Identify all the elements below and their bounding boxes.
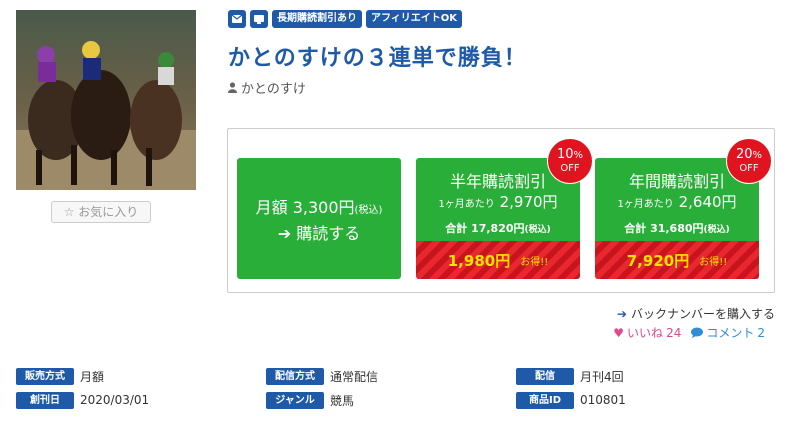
half-year-total: 合計 17,820円(税込) <box>445 222 551 235</box>
favorite-button[interactable]: ☆ お気に入り <box>51 201 151 223</box>
info-value-product-id: 010801 <box>580 393 626 407</box>
heart-icon: ♥ <box>613 325 625 340</box>
comment-icon <box>691 327 704 338</box>
annual-discount-badge: 20% OFF <box>727 139 771 183</box>
half-year-savings: 1,980円 お得!! <box>416 241 580 279</box>
tag-affiliate-ok: アフィリエイトOK <box>366 10 463 28</box>
half-year-discount-badge: 10% OFF <box>548 139 592 183</box>
like-button[interactable]: ♥ いいね 24 <box>613 324 681 341</box>
info-label-sales-method: 販売方式 <box>16 367 74 385</box>
info-value-genre: 競馬 <box>330 393 355 408</box>
social-actions: ♥ いいね 24 コメント 2 <box>613 324 765 341</box>
user-icon <box>228 82 237 93</box>
favorite-label: お気に入り <box>78 205 139 219</box>
comment-button[interactable]: コメント 2 <box>691 324 765 341</box>
magazine-title: かとのすけの３連単で勝負！ <box>228 46 527 71</box>
author[interactable]: かとのすけ <box>228 78 306 97</box>
tag-long-term-discount: 長期購読割引あり <box>272 10 362 28</box>
annual-savings: 7,920円 お得!! <box>595 241 759 279</box>
magazine-info: 販売方式 月額 配信方式 通常配信 配信 月刊4回 創刊日 2020/03/01 ジャン… <box>16 366 796 414</box>
info-row: 販売方式 月額 配信方式 通常配信 配信 月刊4回 <box>16 366 796 386</box>
backnumber-link[interactable]: ➔ バックナンバーを購入する <box>617 305 775 322</box>
info-label-genre: ジャンル <box>266 391 324 409</box>
mail-icon <box>228 10 246 28</box>
info-value-sales-method: 月額 <box>80 369 105 384</box>
info-value-launch-date: 2020/03/01 <box>80 393 150 407</box>
annual-per-month: 1ヶ月あたり 2,640円 <box>617 193 737 211</box>
author-name: かとのすけ <box>241 82 306 97</box>
like-count: 24 <box>666 325 682 340</box>
monthly-price: 月額 3,300円(税込) <box>255 198 383 217</box>
info-label-delivery-method: 配信方式 <box>266 367 324 385</box>
star-icon: ☆ <box>63 205 75 219</box>
subscription-plans: 月額 3,300円(税込) ➔ 購読する 半年購読割引 1ヶ月あたり 2,970… <box>227 128 775 293</box>
monitor-icon <box>250 10 268 28</box>
info-row: 創刊日 2020/03/01 ジャンル 競馬 商品ID 010801 <box>16 390 796 410</box>
half-year-per-month: 1ヶ月あたり 2,970円 <box>438 193 558 211</box>
info-value-delivery: 月刊4回 <box>580 369 624 384</box>
magazine-thumbnail <box>16 10 196 190</box>
annual-total: 合計 31,680円(税込) <box>624 222 730 235</box>
monthly-plan-button[interactable]: 月額 3,300円(税込) ➔ 購読する <box>237 158 401 279</box>
info-label-launch-date: 創刊日 <box>16 391 74 409</box>
tag-list: 長期購読割引あり アフィリエイトOK <box>228 10 463 28</box>
arrow-right-icon: ➔ <box>277 224 292 243</box>
backnumber-label: バックナンバーを購入する <box>630 307 775 321</box>
subscribe-label: ➔ 購読する <box>277 224 361 243</box>
info-label-delivery: 配信 <box>516 367 574 385</box>
info-label-product-id: 商品ID <box>516 391 574 409</box>
comment-count: 2 <box>757 325 765 340</box>
arrow-right-icon: ➔ <box>616 306 627 321</box>
info-value-delivery-method: 通常配信 <box>330 369 379 384</box>
